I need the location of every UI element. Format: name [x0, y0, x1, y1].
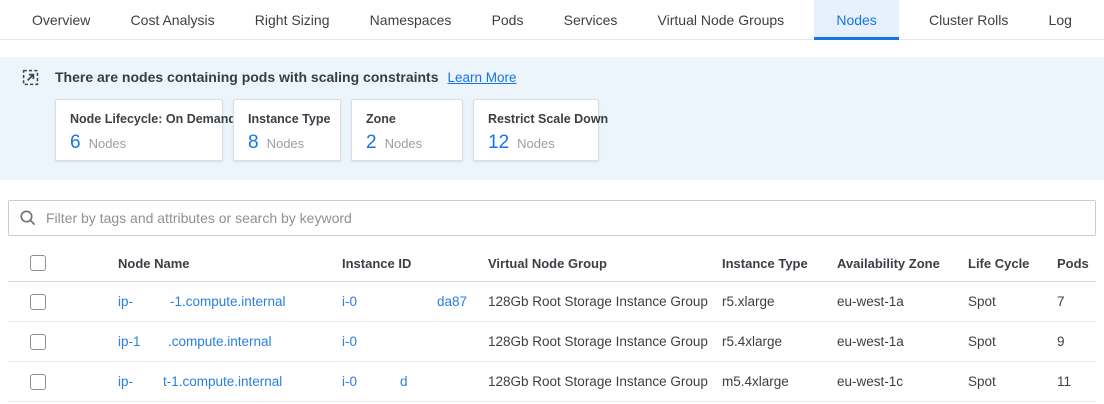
table-header-row: Node Name Instance ID Virtual Node Group…	[8, 245, 1096, 282]
tab-services[interactable]: Services	[554, 0, 628, 39]
tab-nodes[interactable]: Nodes	[814, 0, 898, 39]
life-cycle-cell: Spot	[968, 362, 1057, 401]
node-name-link[interactable]: t-1.compute.internal	[163, 362, 282, 401]
column-header-availability-zone: Availability Zone	[837, 245, 968, 281]
card-count: 12	[488, 132, 509, 154]
table-row: ip-1 .compute.internal i-0 128Gb Root St…	[8, 322, 1096, 362]
column-header-instance-id: Instance ID	[342, 245, 488, 281]
card-title: Restrict Scale Down	[488, 112, 584, 126]
scaling-constraints-banner: There are nodes containing pods with sca…	[0, 57, 1104, 180]
card-count: 6	[70, 132, 81, 154]
tab-virtual-node-groups[interactable]: Virtual Node Groups	[648, 0, 795, 39]
row-checkbox[interactable]	[30, 374, 46, 390]
card-count: 2	[366, 132, 377, 154]
availability-zone-cell: eu-west-1a	[837, 282, 968, 321]
instance-id-link[interactable]: i-0	[342, 374, 357, 389]
tab-cluster-rolls[interactable]: Cluster Rolls	[919, 0, 1018, 39]
tab-namespaces[interactable]: Namespaces	[360, 0, 462, 39]
node-name-link[interactable]: ip-	[118, 374, 133, 389]
node-name-link[interactable]: .compute.internal	[168, 322, 272, 361]
learn-more-link[interactable]: Learn More	[448, 70, 517, 85]
select-all-checkbox[interactable]	[30, 255, 46, 271]
instance-id-link[interactable]: i-0	[342, 294, 357, 309]
instance-id-link[interactable]: i-0	[342, 334, 357, 349]
banner-message: There are nodes containing pods with sca…	[55, 69, 439, 85]
card-instance-type[interactable]: Instance Type 8 Nodes	[233, 99, 341, 161]
instance-id-link[interactable]: da87	[437, 282, 467, 321]
search-icon	[19, 209, 37, 227]
card-unit: Nodes	[267, 136, 305, 151]
scaling-constraint-icon	[22, 69, 39, 86]
column-header-pods: Pods	[1057, 245, 1104, 281]
row-checkbox[interactable]	[30, 334, 46, 350]
pods-count-cell: 9	[1057, 322, 1104, 361]
card-title: Instance Type	[248, 112, 326, 126]
card-restrict-scale-down[interactable]: Restrict Scale Down 12 Nodes	[473, 99, 599, 161]
instance-type-cell: m5.4xlarge	[722, 362, 837, 401]
availability-zone-cell: eu-west-1a	[837, 322, 968, 361]
node-name-link[interactable]: ip-	[118, 294, 133, 309]
virtual-node-group-cell: 128Gb Root Storage Instance Group	[488, 362, 722, 401]
tab-pods[interactable]: Pods	[482, 0, 534, 39]
tab-overview[interactable]: Overview	[22, 0, 100, 39]
virtual-node-group-cell: 128Gb Root Storage Instance Group	[488, 282, 722, 321]
tab-cost-analysis[interactable]: Cost Analysis	[121, 0, 225, 39]
column-header-life-cycle: Life Cycle	[968, 245, 1057, 281]
column-header-node-name: Node Name	[118, 245, 342, 281]
node-name-link[interactable]: -1.compute.internal	[170, 282, 286, 321]
card-title: Node Lifecycle: On Demand	[70, 112, 208, 126]
filter-search-box[interactable]	[8, 200, 1096, 236]
node-name-link[interactable]: ip-1	[118, 334, 141, 349]
availability-zone-cell: eu-west-1c	[837, 362, 968, 401]
card-zone[interactable]: Zone 2 Nodes	[351, 99, 463, 161]
instance-type-cell: r5.xlarge	[722, 282, 837, 321]
card-unit: Nodes	[385, 136, 423, 151]
virtual-node-group-cell: 128Gb Root Storage Instance Group	[488, 322, 722, 361]
tab-log[interactable]: Log	[1039, 0, 1082, 39]
row-checkbox[interactable]	[30, 294, 46, 310]
constraint-cards: Node Lifecycle: On Demand 6 Nodes Instan…	[55, 99, 1104, 161]
search-input[interactable]	[46, 210, 1085, 226]
instance-id-link[interactable]: d	[400, 362, 408, 401]
pods-count-cell: 7	[1057, 282, 1104, 321]
life-cycle-cell: Spot	[968, 322, 1057, 361]
card-count: 8	[248, 132, 259, 154]
table-row: ip- t-1.compute.internal i-0 d 128Gb Roo…	[8, 362, 1096, 402]
tab-right-sizing[interactable]: Right Sizing	[245, 0, 340, 39]
card-node-lifecycle-on-demand[interactable]: Node Lifecycle: On Demand 6 Nodes	[55, 99, 223, 161]
instance-type-cell: r5.4xlarge	[722, 322, 837, 361]
life-cycle-cell: Spot	[968, 282, 1057, 321]
pods-count-cell: 11	[1057, 362, 1104, 401]
card-unit: Nodes	[89, 136, 127, 151]
nodes-table: Node Name Instance ID Virtual Node Group…	[8, 245, 1096, 402]
table-row: ip- -1.compute.internal i-0 da87 128Gb R…	[8, 282, 1096, 322]
column-header-virtual-node-group: Virtual Node Group	[488, 245, 722, 281]
card-unit: Nodes	[517, 136, 555, 151]
column-header-instance-type: Instance Type	[722, 245, 837, 281]
tab-bar: Overview Cost Analysis Right Sizing Name…	[0, 0, 1104, 40]
card-title: Zone	[366, 112, 448, 126]
